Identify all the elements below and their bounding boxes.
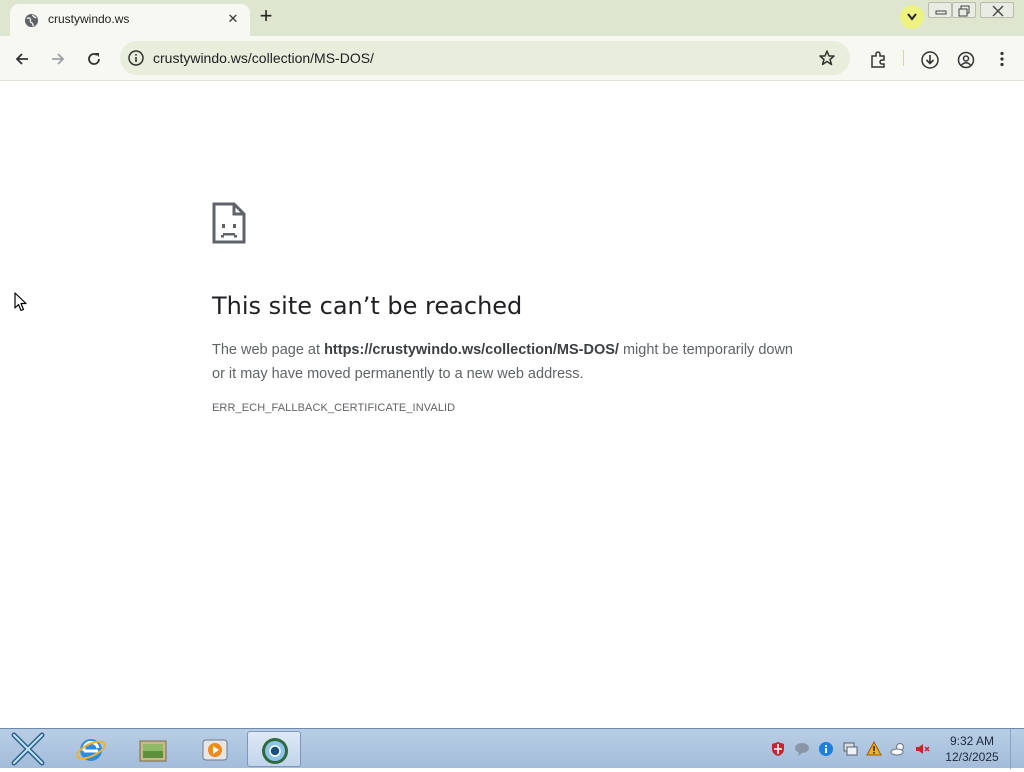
clock-time: 9:32 AM: [949, 734, 995, 748]
restore-icon: [958, 5, 970, 17]
error-code: ERR_ECH_FALLBACK_CERTIFICATE_INVALID: [212, 402, 456, 414]
profile-button[interactable]: [952, 46, 978, 72]
close-icon: [992, 5, 1004, 17]
taskbar-file-explorer[interactable]: [126, 731, 180, 767]
menu-button[interactable]: [989, 46, 1015, 72]
extensions-button[interactable]: [864, 46, 890, 72]
close-window-button[interactable]: [980, 2, 1014, 18]
back-button[interactable]: [9, 46, 35, 72]
start-icon: [11, 732, 45, 766]
error-description-prefix: The web page at: [212, 342, 325, 358]
security-shield-icon[interactable]: [770, 741, 786, 757]
forward-button[interactable]: [45, 46, 71, 72]
mouse-cursor-icon: [14, 292, 28, 317]
taskbar-internet-explorer[interactable]: [64, 731, 118, 767]
weather-icon[interactable]: [890, 741, 906, 757]
file-explorer-icon: [139, 740, 167, 762]
show-desktop-button[interactable]: [1010, 729, 1024, 769]
browser-toolbar: crustywindo.ws/collection/MS-DOS/: [0, 36, 1024, 81]
address-text[interactable]: crustywindo.ws/collection/MS-DOS/: [153, 50, 374, 66]
toolbar-divider: [903, 50, 904, 66]
tab-title: crustywindo.ws: [48, 12, 130, 26]
address-bar[interactable]: crustywindo.ws/collection/MS-DOS/: [120, 41, 850, 75]
internet-explorer-icon: [76, 739, 106, 761]
minimize-button[interactable]: [928, 2, 952, 18]
network-icon[interactable]: [842, 741, 858, 757]
sad-page-icon: [212, 202, 246, 249]
media-player-icon: [202, 739, 228, 761]
error-description: The web page at https://crustywindo.ws/c…: [212, 338, 802, 386]
forward-arrow-icon: [52, 53, 65, 65]
restore-button[interactable]: [952, 2, 976, 18]
error-page: This site can’t be reached The web page …: [0, 82, 1024, 728]
back-arrow-icon: [15, 53, 28, 65]
reload-icon: [88, 53, 100, 65]
browser-icon: [262, 738, 288, 764]
system-clock[interactable]: 9:32 AM 12/3/2025: [940, 733, 1004, 765]
bookmark-star-icon[interactable]: [818, 49, 836, 67]
tab-crustywindo[interactable]: crustywindo.ws ✕: [10, 4, 250, 36]
clock-date: 12/3/2025: [945, 750, 999, 764]
three-dot-menu-icon: [1000, 51, 1004, 67]
chat-icon[interactable]: [794, 741, 810, 757]
start-button[interactable]: [6, 731, 50, 767]
download-icon: [921, 51, 939, 69]
site-info-icon[interactable]: [127, 49, 145, 67]
reload-button[interactable]: [81, 46, 107, 72]
error-title: This site can’t be reached: [212, 292, 523, 320]
tab-strip: crustywindo.ws ✕ +: [0, 0, 1024, 36]
puzzle-icon: [871, 51, 885, 68]
new-tab-button[interactable]: +: [254, 5, 278, 29]
mute-icon[interactable]: [914, 741, 930, 757]
tab-search-button[interactable]: [900, 5, 924, 29]
info-icon[interactable]: [818, 741, 834, 757]
taskbar-media-player[interactable]: [188, 731, 242, 767]
taskbar-browser[interactable]: [247, 731, 301, 767]
chevron-down-icon: [907, 13, 917, 21]
error-url: https://crustywindo.ws/collection/MS-DOS…: [324, 342, 619, 358]
account-icon: [957, 51, 975, 69]
globe-icon: [24, 13, 39, 28]
tab-close-icon[interactable]: ✕: [224, 10, 242, 28]
downloads-button[interactable]: [916, 46, 942, 72]
taskbar: 9:32 AM 12/3/2025: [0, 728, 1024, 769]
warning-icon[interactable]: [866, 740, 882, 757]
minimize-icon: [935, 10, 947, 15]
